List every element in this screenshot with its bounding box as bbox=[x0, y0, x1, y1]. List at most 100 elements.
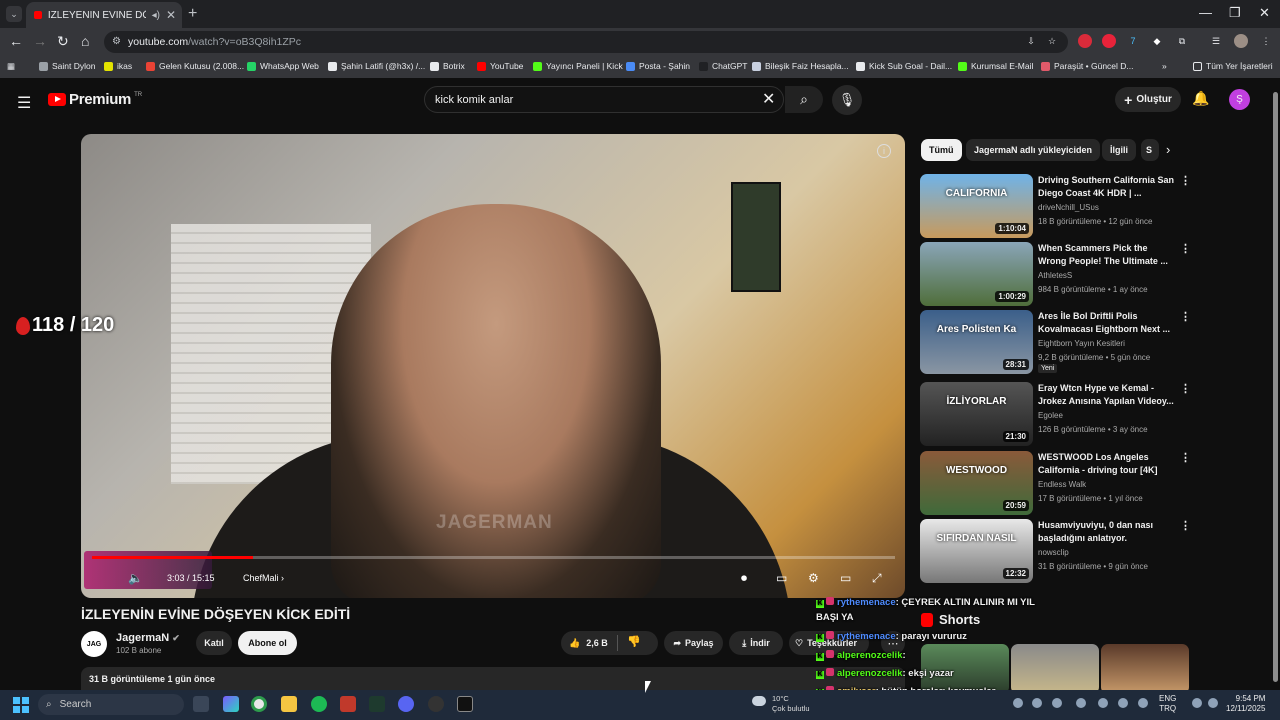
like-button[interactable]: 👍 2,6 B 👎 bbox=[561, 631, 658, 655]
discord-icon[interactable] bbox=[398, 696, 414, 712]
short-thumbnail[interactable] bbox=[1101, 644, 1189, 694]
clear-search-icon[interactable]: ✕ bbox=[762, 89, 775, 109]
file-explorer-icon[interactable] bbox=[281, 696, 297, 712]
theater-mode-icon[interactable]: ▭ bbox=[840, 571, 851, 585]
bookmark-item[interactable]: Kick Sub Goal - Dail... bbox=[856, 61, 952, 71]
recommended-video[interactable]: 1:00:29 When Scammers Pick the Wrong Peop… bbox=[920, 242, 1191, 306]
video-thumbnail[interactable]: WESTWOOD 20:59 bbox=[920, 451, 1033, 515]
more-options-icon[interactable]: ⋮ bbox=[1180, 451, 1191, 464]
recommended-title[interactable]: WESTWOOD Los Angeles California - drivin… bbox=[1038, 451, 1178, 477]
extension-red-icon[interactable] bbox=[1078, 34, 1092, 48]
short-thumbnail[interactable] bbox=[1011, 644, 1099, 694]
install-app-icon[interactable]: ⇩ bbox=[1024, 34, 1038, 48]
bookmark-star-icon[interactable]: ☆ bbox=[1045, 34, 1059, 48]
video-thumbnail[interactable]: 1:00:29 bbox=[920, 242, 1033, 306]
filter-chip[interactable]: İlgili bbox=[1102, 139, 1136, 161]
thumbs-down-icon[interactable]: 👎 bbox=[627, 635, 641, 648]
chrome-menu-icon[interactable]: ⋮ bbox=[1259, 34, 1273, 48]
filter-chip[interactable]: Tümü bbox=[921, 139, 962, 161]
voice-search-button[interactable]: 🎙 bbox=[832, 85, 862, 115]
wifi-icon[interactable] bbox=[1192, 698, 1202, 708]
search-button[interactable]: ⌕ bbox=[785, 86, 823, 113]
recommended-video[interactable]: WESTWOOD 20:59 WESTWOOD Los Angeles Califo… bbox=[920, 451, 1191, 515]
join-button[interactable]: Katıl bbox=[196, 631, 232, 655]
window-close-icon[interactable]: ✕ bbox=[1259, 5, 1270, 21]
settings-gear-icon[interactable]: ⚙ bbox=[808, 571, 819, 585]
tray-app-icon[interactable] bbox=[1032, 698, 1042, 708]
bookmark-item[interactable]: Botrix bbox=[430, 61, 465, 71]
tray-app-icon[interactable] bbox=[1052, 698, 1062, 708]
all-bookmarks[interactable]: Tüm Yer İşaretleri bbox=[1193, 61, 1273, 71]
notifications-bell-icon[interactable]: 🔔 bbox=[1192, 90, 1209, 107]
spotify-icon[interactable] bbox=[311, 696, 327, 712]
video-player[interactable]: JAGERMAN bbox=[81, 134, 905, 598]
copilot-icon[interactable] bbox=[223, 696, 239, 712]
taskbar-search[interactable]: ⌕ Search bbox=[38, 694, 184, 715]
player-chapter[interactable]: ChefMali › bbox=[243, 573, 284, 583]
site-info-icon[interactable]: ⚙ bbox=[112, 36, 121, 47]
account-avatar[interactable]: Ş bbox=[1229, 89, 1250, 110]
recommended-video[interactable]: CALIFORNIA 1:10:04 Driving Southern Califo… bbox=[920, 174, 1191, 238]
browser-tab-youtube[interactable]: İZLEYENİN EVİNE DÖŞEYEN ◂) ✕ bbox=[26, 2, 182, 28]
tab-search-icon[interactable]: ⌄ bbox=[6, 6, 22, 22]
new-tab-icon[interactable]: + bbox=[188, 5, 197, 23]
home-icon[interactable]: ⌂ bbox=[81, 33, 89, 49]
more-options-icon[interactable]: ⋮ bbox=[1180, 310, 1191, 323]
info-icon[interactable]: i bbox=[877, 144, 891, 158]
bookmark-item[interactable]: Saint Dylon bbox=[39, 61, 95, 71]
bookmark-item[interactable]: Yayıncı Paneli | Kick bbox=[533, 61, 623, 71]
bookmark-item[interactable]: Bileşik Faiz Hesapla... bbox=[752, 61, 849, 71]
channel-avatar[interactable]: JAG bbox=[81, 631, 107, 657]
address-bar[interactable]: ⚙ youtube.com/watch?v=oB3Q8ih1ZPc bbox=[104, 31, 1068, 53]
forward-icon[interactable]: → bbox=[33, 33, 47, 49]
bookmark-item[interactable]: Şahin Latifi (@h3x) /... bbox=[328, 61, 425, 71]
more-options-icon[interactable]: ⋮ bbox=[1180, 382, 1191, 395]
video-thumbnail[interactable]: İZLİYORLAR 21:30 bbox=[920, 382, 1033, 446]
more-options-icon[interactable]: ⋮ bbox=[1180, 519, 1191, 532]
tab-close-icon[interactable]: ✕ bbox=[166, 8, 176, 22]
obs-icon[interactable] bbox=[428, 696, 444, 712]
input-language[interactable]: ENG TRQ bbox=[1159, 694, 1176, 714]
tray-app-icon[interactable] bbox=[1118, 698, 1128, 708]
scrollbar-thumb[interactable] bbox=[1273, 92, 1278, 682]
bookmark-item[interactable]: Gelen Kutusu (2.008... bbox=[146, 61, 244, 71]
more-options-icon[interactable]: ⋮ bbox=[1180, 242, 1191, 255]
tab-audio-icon[interactable]: ◂) bbox=[152, 10, 160, 21]
back-icon[interactable]: ← bbox=[9, 33, 23, 49]
tray-app-icon[interactable] bbox=[1076, 698, 1086, 708]
more-bookmarks-icon[interactable]: » bbox=[1162, 61, 1167, 71]
taskbar-clock[interactable]: 9:54 PM 12/11/2025 bbox=[1226, 694, 1265, 714]
bookmark-item[interactable]: Posta - Şahin bbox=[626, 61, 690, 71]
weather-widget[interactable]: 10°C Çok bulutlu bbox=[752, 694, 810, 714]
recommended-title[interactable]: Ares İle Bol Driftli Polis Kovalmacası E… bbox=[1038, 310, 1178, 336]
chips-next-icon[interactable]: › bbox=[1166, 142, 1170, 157]
recommended-channel[interactable]: Egolee bbox=[1038, 411, 1063, 420]
recommended-channel[interactable]: AthletesS bbox=[1038, 271, 1072, 280]
chrome-icon[interactable] bbox=[251, 696, 267, 712]
bookmark-item[interactable]: YouTube bbox=[477, 61, 523, 71]
bookmark-item[interactable]: ikas bbox=[104, 61, 132, 71]
extension-7tv-icon[interactable]: 7 bbox=[1126, 34, 1140, 48]
recommended-title[interactable]: Husamviyuviyu, 0 dan nası başladığını an… bbox=[1038, 519, 1178, 545]
volume-tray-icon[interactable] bbox=[1208, 698, 1218, 708]
media-control-icon[interactable]: ☰ bbox=[1209, 34, 1223, 48]
channel-name[interactable]: JagermaN ✔ bbox=[116, 632, 180, 644]
recommended-channel[interactable]: Eightborn Yayın Kesitleri bbox=[1038, 339, 1125, 348]
video-thumbnail[interactable]: CALIFORNIA 1:10:04 bbox=[920, 174, 1033, 238]
filter-chip[interactable]: S bbox=[1141, 139, 1159, 161]
share-button[interactable]: ➦ Paylaş bbox=[664, 631, 723, 655]
terminal-icon[interactable] bbox=[369, 696, 385, 712]
recommended-title[interactable]: When Scammers Pick the Wrong People! The… bbox=[1038, 242, 1178, 268]
recommended-title[interactable]: Eray Wtcn Hype ve Kemal - Jrokez Anısına… bbox=[1038, 382, 1178, 408]
youtube-premium-logo[interactable]: Premium TR bbox=[48, 91, 142, 108]
recommended-video[interactable]: Ares Polisten Ka 28:31 Ares İle Bol Driftl… bbox=[920, 310, 1191, 374]
subtitles-icon[interactable]: ▭ bbox=[776, 571, 787, 585]
bookmark-item[interactable]: Paraşüt • Güncel D... bbox=[1041, 61, 1134, 71]
recommended-channel[interactable]: driveNchill_USᴜs bbox=[1038, 203, 1099, 212]
bookmark-item[interactable]: WhatsApp Web bbox=[247, 61, 319, 71]
download-button[interactable]: ⤓ İndir bbox=[729, 631, 783, 655]
epic-games-icon[interactable] bbox=[457, 696, 473, 712]
microphone-tray-icon[interactable] bbox=[1138, 698, 1148, 708]
windows-start-icon[interactable] bbox=[13, 697, 29, 713]
extensions-puzzle-icon[interactable]: ⧉ bbox=[1175, 34, 1189, 48]
